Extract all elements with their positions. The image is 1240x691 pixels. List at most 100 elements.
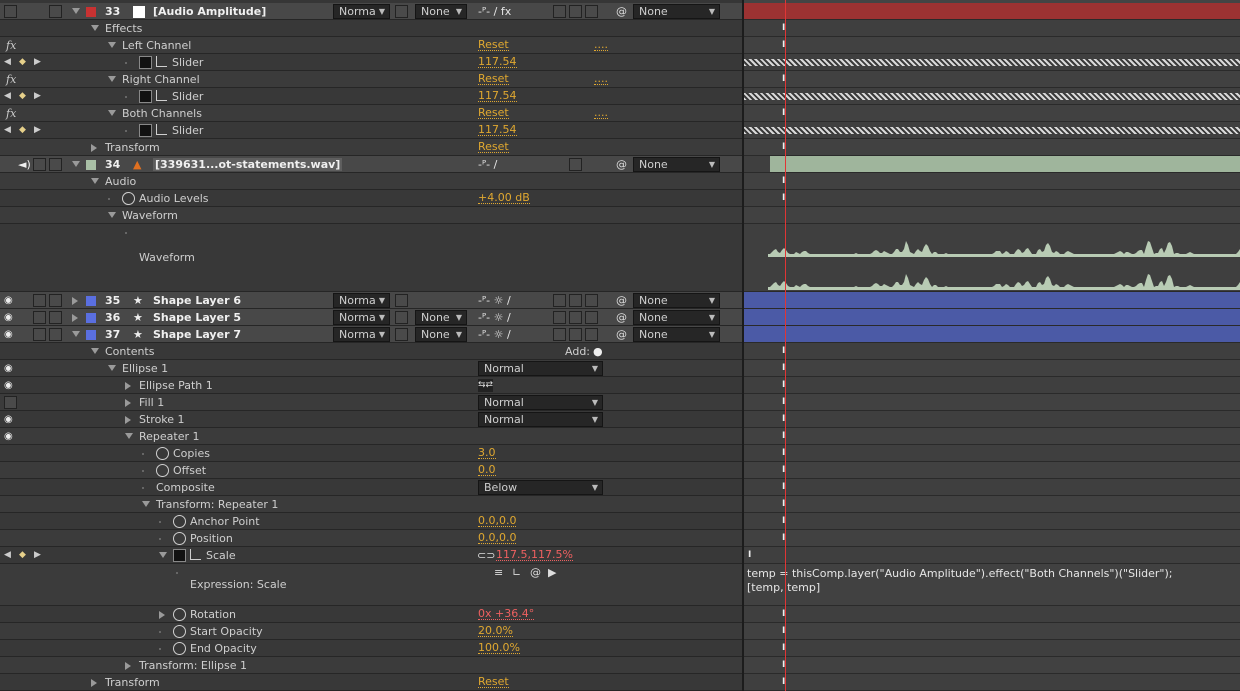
timeline-graph-area[interactable]: I I I I I I I I I I I I I I I I I I I Itemp = thisComp.laye… — [744, 0, 1240, 691]
visibility-eye-icon[interactable]: ◉ — [4, 294, 13, 307]
effect-options-button[interactable]: .... — [594, 39, 608, 51]
property-row[interactable]: ◉ Ellipse 1 Normal — [0, 360, 742, 377]
keyframes-strip[interactable] — [744, 59, 1240, 66]
label-color-swatch[interactable] — [86, 7, 96, 17]
layer-row[interactable]: ◉ 35 ★ Shape Layer 6 Norma -ᴾ- ☼ / @ None — [0, 292, 742, 309]
timeline-track[interactable] — [744, 309, 1240, 326]
property-row[interactable]: Audio — [0, 173, 742, 190]
timeline-track[interactable]: I — [744, 190, 1240, 207]
speaker-icon[interactable]: ◄) — [18, 158, 31, 171]
layer-duration-bar[interactable] — [744, 326, 1240, 342]
blend-mode-dropdown[interactable]: Normal — [478, 395, 603, 410]
graph-editor-icon[interactable] — [190, 549, 201, 560]
property-value[interactable]: 0.0,0.0 — [478, 532, 517, 544]
expression-graph-icon[interactable]: ∟ — [512, 566, 521, 579]
timeline-track[interactable]: I — [744, 394, 1240, 411]
stopwatch-icon[interactable] — [139, 90, 152, 103]
expression-pickwhip-icon[interactable]: @ — [530, 566, 541, 579]
timeline-track[interactable] — [744, 3, 1240, 20]
property-row[interactable]: fx Both Channels Reset.... — [0, 105, 742, 122]
property-row[interactable]: Composite Below — [0, 479, 742, 496]
lock-toggle[interactable] — [49, 158, 62, 171]
next-keyframe-icon[interactable]: ▶ — [34, 124, 41, 137]
twirl-arrow[interactable] — [142, 501, 150, 507]
timeline-track[interactable] — [744, 122, 1240, 139]
visibility-eye-icon[interactable]: ◉ — [4, 430, 13, 443]
layer-twirl-arrow[interactable] — [72, 8, 80, 14]
stopwatch-icon[interactable] — [173, 515, 186, 528]
property-row[interactable]: Start Opacity 20.0% — [0, 623, 742, 640]
visibility-eye-icon[interactable]: ◉ — [4, 379, 13, 392]
add-menu-label[interactable]: Add: — [565, 345, 590, 358]
property-value[interactable]: Reset — [478, 141, 509, 153]
property-row[interactable]: Transform Reset — [0, 674, 742, 691]
layer-row[interactable]: 33 [Audio Amplitude] Norma None -ᴾ- / fx @ Non… — [0, 3, 742, 20]
timeline-track[interactable]: I — [744, 343, 1240, 360]
label-color-swatch[interactable] — [86, 296, 96, 306]
layer-switches[interactable]: -ᴾ- ☼ / — [478, 311, 511, 324]
stopwatch-icon[interactable] — [139, 124, 152, 137]
twirl-arrow[interactable] — [108, 212, 116, 218]
lock-toggle[interactable] — [49, 5, 62, 18]
property-row[interactable]: Transform: Ellipse 1 — [0, 657, 742, 674]
layer-twirl-arrow[interactable] — [72, 297, 78, 305]
layer-name[interactable]: Shape Layer 7 — [153, 328, 241, 341]
stopwatch-icon[interactable] — [156, 447, 169, 460]
twirl-arrow[interactable] — [108, 76, 116, 82]
property-row[interactable]: ◉ Repeater 1 — [0, 428, 742, 445]
preserve-transparency-toggle[interactable] — [395, 5, 408, 18]
layer-twirl-arrow[interactable] — [72, 314, 78, 322]
add-keyframe-icon[interactable]: ◆ — [19, 90, 26, 103]
parent-pickwhip-icon[interactable]: @ — [616, 311, 627, 324]
property-row[interactable]: Transform Reset — [0, 139, 742, 156]
parent-dropdown[interactable]: None — [633, 310, 720, 325]
layer-switch-box[interactable] — [569, 5, 582, 18]
timeline-track[interactable]: I — [744, 623, 1240, 640]
timeline-track[interactable] — [744, 54, 1240, 71]
constrain-proportions-link-icon[interactable]: ⊂⊃ — [477, 549, 495, 562]
timeline-track[interactable] — [744, 88, 1240, 105]
layer-switch-box[interactable] — [569, 158, 582, 171]
timeline-track[interactable] — [744, 207, 1240, 224]
timeline-track[interactable]: I — [744, 428, 1240, 445]
twirl-arrow[interactable] — [91, 679, 97, 687]
property-row[interactable]: Effects — [0, 20, 742, 37]
parent-pickwhip-icon[interactable]: @ — [616, 294, 627, 307]
property-row[interactable]: ◀ ◆ ▶ Slider 117.54 — [0, 88, 742, 105]
layer-switch-box[interactable] — [553, 5, 566, 18]
property-row[interactable]: Rotation 0x +36.4° — [0, 606, 742, 623]
timeline-track[interactable]: I — [744, 657, 1240, 674]
visibility-eye-icon[interactable]: ◉ — [4, 328, 13, 341]
prev-keyframe-icon[interactable]: ◀ — [4, 124, 11, 137]
property-row[interactable]: fx Left Channel Reset.... — [0, 37, 742, 54]
timeline-track[interactable]: I — [744, 513, 1240, 530]
layer-switches[interactable]: -ᴾ- / — [478, 158, 497, 171]
timeline-track[interactable]: I — [744, 360, 1240, 377]
property-row[interactable]: End Opacity 100.0% — [0, 640, 742, 657]
property-row[interactable]: Audio Levels +4.00 dB — [0, 190, 742, 207]
twirl-arrow[interactable] — [91, 144, 97, 152]
stopwatch-icon[interactable] — [173, 625, 186, 638]
property-value[interactable]: 117.54 — [478, 56, 517, 68]
timeline-track[interactable]: I — [744, 20, 1240, 37]
next-keyframe-icon[interactable]: ▶ — [34, 549, 41, 562]
layer-row[interactable]: ◉ 37 ★ Shape Layer 7 Norma None -ᴾ- ☼ / @ None — [0, 326, 742, 343]
solo-toggle[interactable] — [33, 311, 46, 324]
graph-editor-icon[interactable] — [156, 56, 167, 67]
solo-toggle[interactable] — [33, 294, 46, 307]
parent-dropdown[interactable]: None — [633, 293, 720, 308]
expression-language-menu-icon[interactable]: ▶ — [548, 566, 556, 579]
stopwatch-icon[interactable] — [173, 549, 186, 562]
property-row[interactable]: ◀ ◆ ▶ Scale ⊂⊃ 117.5,117.5% — [0, 547, 742, 564]
blend-mode-dropdown[interactable]: Normal — [478, 361, 603, 376]
property-row[interactable]: fx Right Channel Reset.... — [0, 71, 742, 88]
twirl-arrow[interactable] — [91, 178, 99, 184]
parent-pickwhip-icon[interactable]: @ — [616, 5, 627, 18]
blend-mode-dropdown[interactable]: Norma — [333, 310, 390, 325]
parent-pickwhip-icon[interactable]: @ — [616, 158, 627, 171]
layer-switch-box[interactable] — [553, 311, 566, 324]
timeline-track[interactable]: I — [744, 606, 1240, 623]
timeline-track[interactable]: I — [744, 640, 1240, 657]
property-value[interactable]: Reset — [478, 39, 509, 51]
lock-toggle[interactable] — [49, 294, 62, 307]
